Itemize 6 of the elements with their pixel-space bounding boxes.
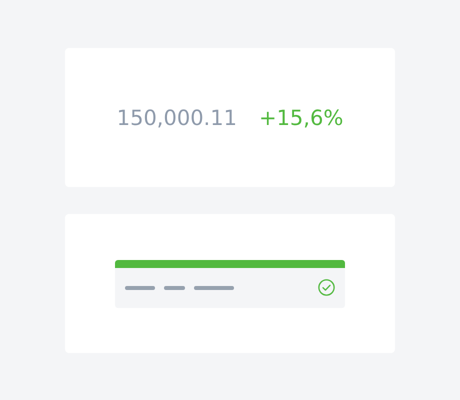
check-circle-icon [318,279,335,296]
placeholder-line [125,286,155,290]
stat-change: +15,6% [258,106,344,130]
stat-value: 150,000.11 [116,106,237,130]
placeholder-line [164,286,185,290]
placeholder-line [194,286,234,290]
